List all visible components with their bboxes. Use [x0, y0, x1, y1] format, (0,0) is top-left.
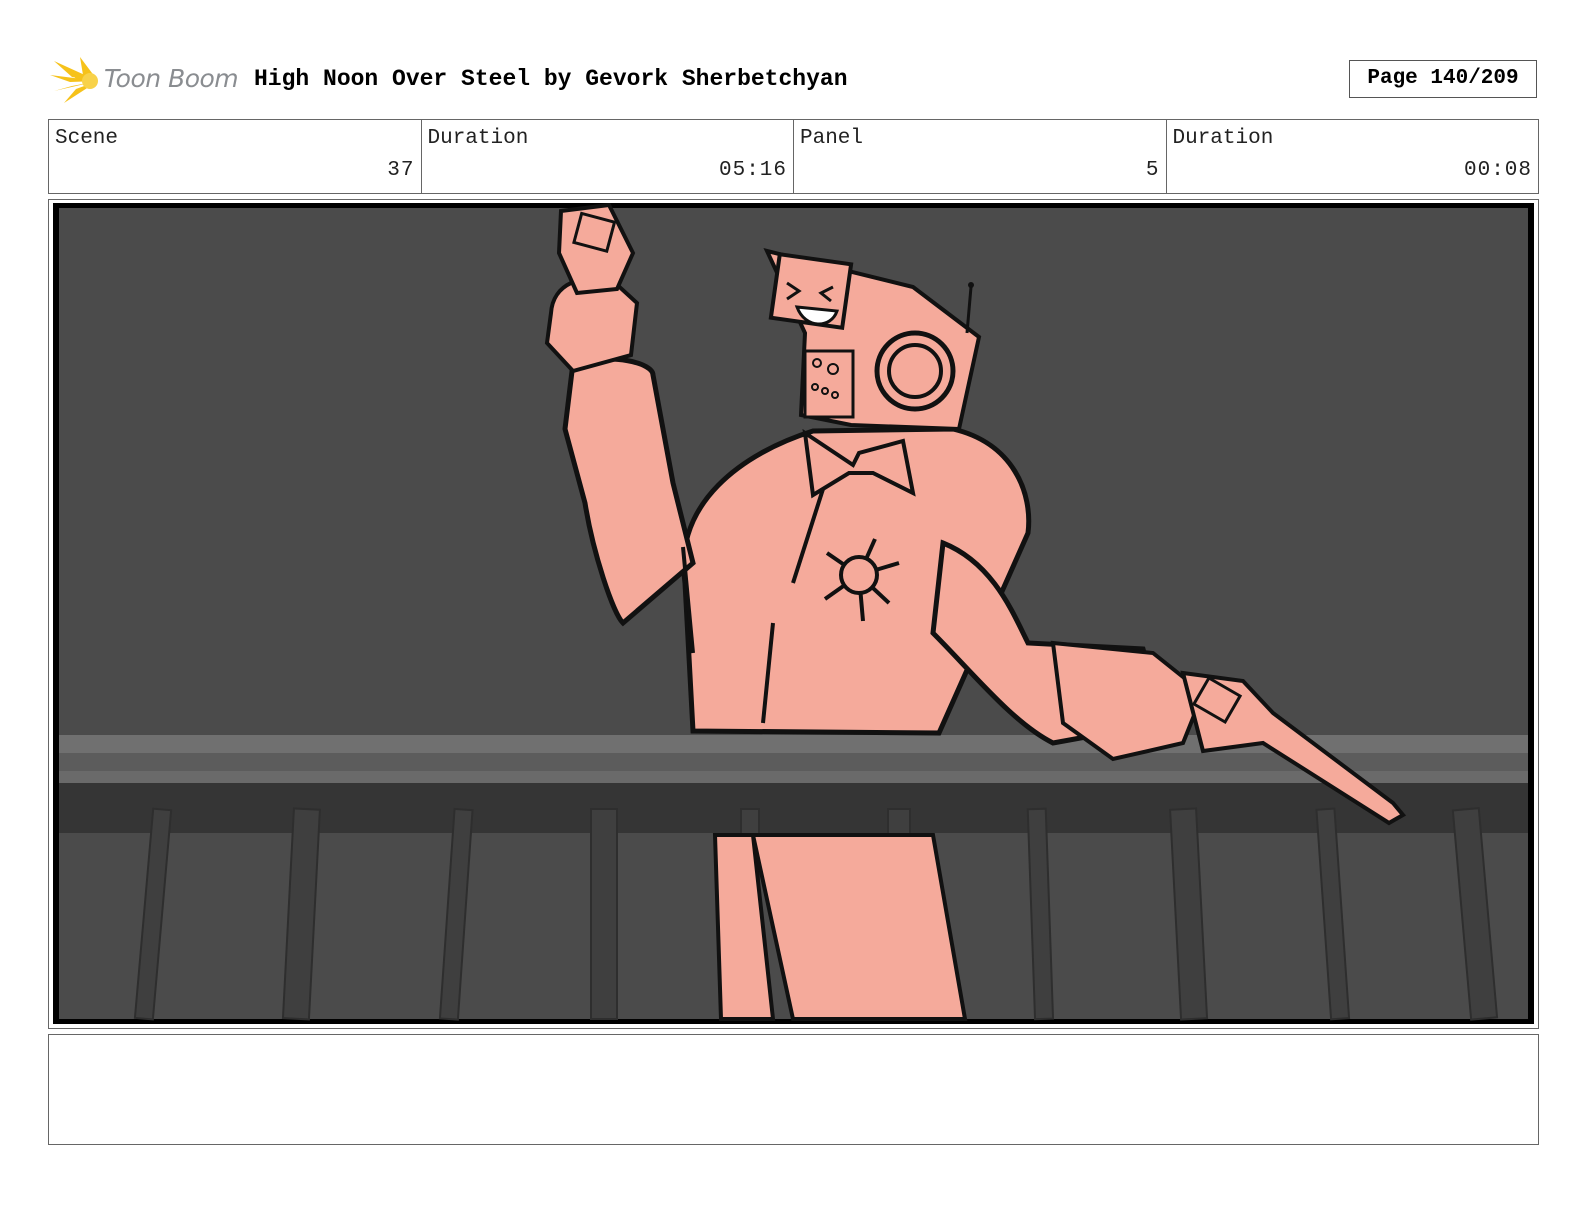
scene-cell: Scene 37: [49, 120, 422, 193]
panel-duration-label: Duration: [1172, 127, 1274, 150]
panel-cell: Panel 5: [794, 120, 1167, 193]
scene-label: Scene: [55, 127, 119, 150]
panel-notes: [48, 1034, 1539, 1145]
toon-boom-logo: Toon Boom: [50, 55, 240, 105]
scene-value: 37: [387, 159, 415, 182]
panel-drawing: [59, 203, 1528, 1021]
info-row: Scene 37 Duration 05:16 Panel 5 Duration…: [48, 119, 1539, 194]
starburst-icon: [50, 57, 98, 103]
panel-label: Panel: [800, 127, 864, 150]
panel-value: 5: [1145, 159, 1160, 182]
page-number: Page 140/209: [1349, 60, 1537, 98]
storyboard-panel-image: [53, 203, 1534, 1024]
document-title: High Noon Over Steel by Gevork Sherbetch…: [254, 66, 848, 92]
logo-text: Toon Boom: [104, 64, 239, 93]
panel-duration-cell: Duration 00:08: [1167, 120, 1539, 193]
panel-duration-value: 00:08: [1463, 159, 1532, 182]
storyboard-header: Toon Boom High Noon Over Steel by Gevork…: [50, 55, 1540, 105]
scene-duration-label: Duration: [427, 127, 529, 150]
scene-duration-cell: Duration 05:16: [422, 120, 794, 193]
scene-duration-value: 05:16: [718, 159, 787, 182]
